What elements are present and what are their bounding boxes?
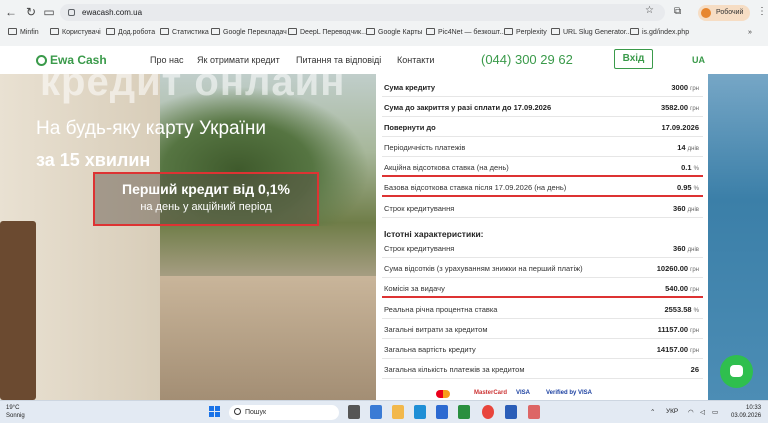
bookmark-star-icon[interactable]: ☆ xyxy=(645,5,654,16)
taskbar: 19°C Sonnig Пошук ⌃ УКР ◠ ◁ ▭ 10:33 03.09.… xyxy=(0,400,768,423)
browser-chrome: ← ↻ ▭ ewacash.com.ua ☆ ⧉ Робочий ⋮ Minfi… xyxy=(0,0,768,46)
clock[interactable]: 10:33 03.09.2026 xyxy=(731,404,761,420)
section-title: Істотні характеристики: xyxy=(384,229,484,239)
promo-box: Перший кредит від 0,1% на день у акційни… xyxy=(93,172,319,226)
bookmark-item[interactable]: Користувачі xyxy=(50,27,101,39)
folder-icon xyxy=(106,28,115,35)
loan-row: Сума до закриття у разі сплати до 17.09.… xyxy=(382,98,703,117)
translate-icon xyxy=(211,28,220,35)
login-button[interactable]: Вхід xyxy=(614,49,653,69)
suitcase-image xyxy=(0,221,36,400)
site-header: Ewa Cash Про нас Як отримати кредит Пита… xyxy=(0,46,768,74)
chat-icon xyxy=(730,365,743,377)
folder-icon xyxy=(8,28,17,35)
logo[interactable]: Ewa Cash xyxy=(36,53,107,67)
nav-how-to-get[interactable]: Як отримати кредит xyxy=(197,55,280,65)
loan-row: Реальна річна процентна ставка 2553.58 % xyxy=(382,300,703,319)
loan-row: Базова відсоткова ставка після 17.09.202… xyxy=(382,178,703,197)
avatar xyxy=(701,8,711,18)
folder-icon xyxy=(50,28,59,35)
loan-row: Строк кредитування 360 днів xyxy=(382,239,703,258)
explorer-icon[interactable] xyxy=(392,405,404,419)
bookmark-item[interactable]: is.gd/index.php xyxy=(630,27,689,39)
more-bookmarks-icon[interactable]: » xyxy=(748,27,752,39)
search-icon xyxy=(234,408,241,415)
volume-icon[interactable]: ◁ xyxy=(700,408,705,416)
visa-label: VISA xyxy=(516,390,531,396)
verified-visa-label: Verified by VISA xyxy=(546,390,593,396)
edge-icon[interactable] xyxy=(414,405,426,419)
tab-switch-icon[interactable]: ▭ xyxy=(42,5,56,19)
excel-icon[interactable] xyxy=(458,405,470,419)
nav-contacts[interactable]: Контакти xyxy=(397,55,434,65)
word-icon[interactable] xyxy=(505,405,517,419)
loan-row: Періодичність платежів 14 днів xyxy=(382,138,703,157)
bookmark-item[interactable]: URL Slug Generator... xyxy=(551,27,632,39)
site-info-icon[interactable] xyxy=(68,9,75,16)
perplexity-icon xyxy=(504,28,513,35)
page: кредит онлайн На будь-яку карту України … xyxy=(0,46,768,400)
bookmark-item[interactable]: DeepL Переводчик... xyxy=(288,27,367,39)
maps-icon xyxy=(366,28,375,35)
chat-button[interactable] xyxy=(720,355,753,388)
payment-logos: MasterCard VISA Verified by VISA xyxy=(436,390,646,400)
wifi-icon[interactable]: ◠ xyxy=(688,408,694,416)
loan-row: Комісія за видачу 540.00 грн xyxy=(382,279,703,298)
loan-details-panel: Сума кредиту 3000 грн Сума до закриття у … xyxy=(376,74,708,400)
link-icon xyxy=(630,28,639,35)
bookmark-item[interactable]: Pic4Net — безкошт... xyxy=(426,27,505,39)
loan-row: Повернути до 17.09.2026 xyxy=(382,118,703,137)
loan-row: Загальні витрати за кредитом 11157.00 грн xyxy=(382,320,703,339)
start-button[interactable] xyxy=(209,406,221,418)
pic4net-icon xyxy=(426,28,435,35)
reload-icon[interactable]: ↻ xyxy=(24,5,38,19)
chrome-icon[interactable] xyxy=(482,405,494,419)
mastercard-icon xyxy=(436,390,450,398)
promo-subtitle: на день у акційний період xyxy=(140,201,272,213)
battery-icon[interactable]: ▭ xyxy=(712,408,718,416)
bookmark-item[interactable]: Статистика xyxy=(160,27,209,39)
bookmark-item[interactable]: Дод.робота xyxy=(106,27,155,39)
loan-row: Сума відсотків (з урахуванням знижки на … xyxy=(382,259,703,278)
menu-icon[interactable]: ⋮ xyxy=(757,6,767,17)
bookmark-item[interactable]: Perplexity xyxy=(504,27,547,39)
task-view-icon[interactable] xyxy=(348,405,360,419)
profile-button[interactable]: Робочий xyxy=(698,5,750,21)
folder-icon xyxy=(160,28,169,35)
bookmark-item[interactable]: Google Карты xyxy=(366,27,422,39)
mastercard-label: MasterCard xyxy=(474,390,508,396)
loan-row: Сума кредиту 3000 грн xyxy=(382,78,703,97)
loan-row: Загальна кількість платежів за кредитом 2… xyxy=(382,360,703,379)
store-icon[interactable] xyxy=(436,405,448,419)
address-bar[interactable]: ewacash.com.ua xyxy=(60,4,665,21)
input-language[interactable]: УКР xyxy=(666,408,678,415)
app-icon[interactable] xyxy=(528,405,540,419)
bookmark-item[interactable]: Minfin xyxy=(8,27,39,39)
tray-chevron-icon[interactable]: ⌃ xyxy=(650,408,655,416)
nav-about[interactable]: Про нас xyxy=(150,55,183,65)
taskbar-search[interactable]: Пошук xyxy=(229,405,339,420)
deepl-icon xyxy=(288,28,297,35)
bookmark-item[interactable]: Google Перекладач xyxy=(211,27,287,39)
hero-line: На будь-яку карту України xyxy=(36,118,266,139)
url-text: ewacash.com.ua xyxy=(82,8,143,17)
promo-title: Перший кредит від 0,1% xyxy=(122,181,290,197)
language-switch[interactable]: UA xyxy=(692,55,705,65)
loan-row: Загальна вартість кредиту 14157.00 грн xyxy=(382,340,703,359)
extensions-icon[interactable]: ⧉ xyxy=(674,6,681,17)
hero-subtitle: за 15 хвилин xyxy=(36,150,151,170)
back-icon[interactable]: ← xyxy=(4,5,18,19)
link-icon xyxy=(551,28,560,35)
loan-row: Строк кредитування 360 днів xyxy=(382,199,703,218)
bookmarks-bar: Minfin Користувачі Дод.робота Статистика… xyxy=(0,25,768,41)
loan-row: Акційна відсоткова ставка (на день) 0.1 % xyxy=(382,158,703,177)
phone-link[interactable]: (044) 300 29 62 xyxy=(481,52,573,67)
nav-faq[interactable]: Питання та відповіді xyxy=(296,55,381,65)
widgets-icon[interactable] xyxy=(370,405,382,419)
weather-widget[interactable]: 19°C Sonnig xyxy=(6,404,25,420)
logo-icon xyxy=(36,55,47,66)
